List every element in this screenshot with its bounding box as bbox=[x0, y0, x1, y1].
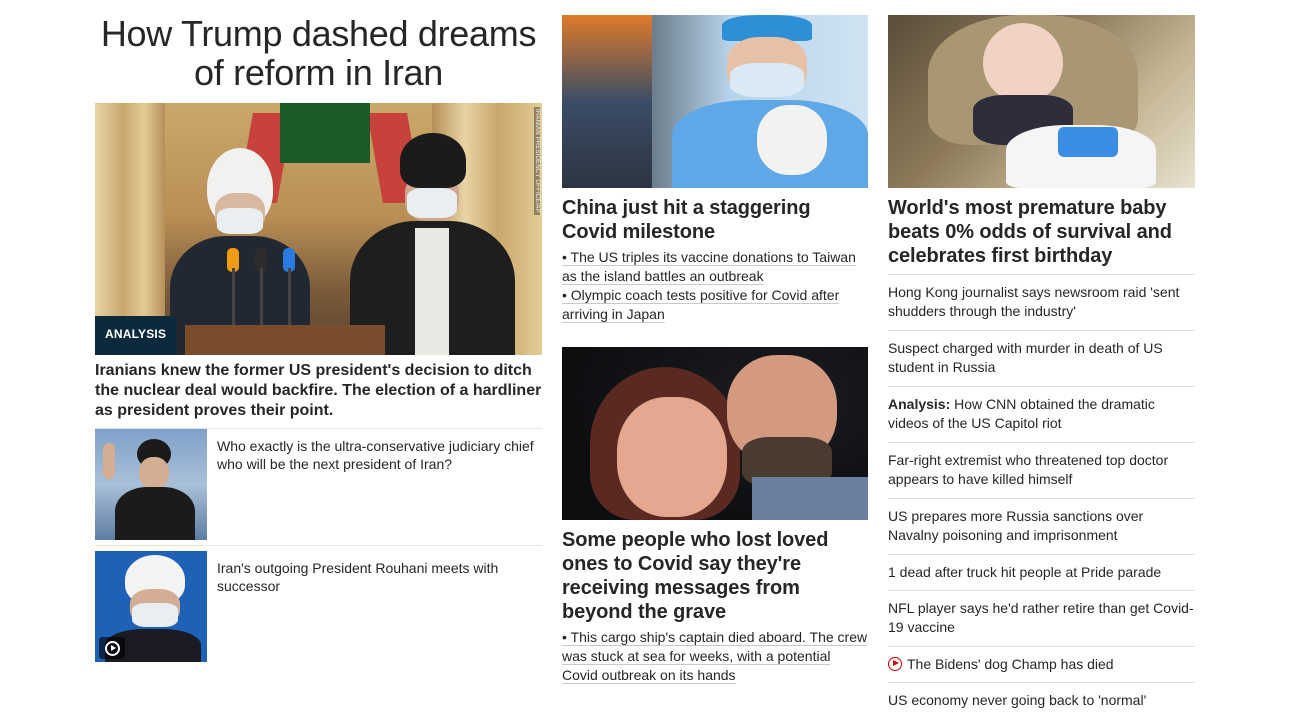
headline-item[interactable]: US economy never going back to 'normal' bbox=[888, 682, 1195, 718]
related-thumbnail[interactable] bbox=[95, 429, 207, 540]
gloved-hand bbox=[757, 105, 827, 175]
bullet-link[interactable]: • This cargo ship's captain died aboard.… bbox=[562, 629, 867, 683]
headline-item[interactable]: US prepares more Russia sanctions over N… bbox=[888, 498, 1195, 554]
headline-item[interactable]: Hong Kong journalist says newsroom raid … bbox=[888, 274, 1195, 330]
middle-column: China just hit a staggering Covid milest… bbox=[562, 0, 868, 685]
headline-item[interactable]: Far-right extremist who threatened top d… bbox=[888, 442, 1195, 498]
story-title[interactable]: World's most premature baby beats 0% odd… bbox=[888, 196, 1195, 268]
couple-photo[interactable] bbox=[562, 347, 868, 520]
left-column: How Trump dashed dreams of reform in Ira… bbox=[95, 0, 542, 662]
lead-headline[interactable]: How Trump dashed dreams of reform in Ira… bbox=[95, 14, 542, 92]
hero-summary-link[interactable]: Iranians knew the former US president's … bbox=[95, 361, 542, 421]
bullet-link[interactable]: • The US triples its vaccine donations t… bbox=[562, 249, 856, 284]
headline-list: Hong Kong journalist says newsroom raid … bbox=[888, 274, 1195, 718]
play-icon bbox=[104, 640, 120, 656]
baby-birthday-image[interactable] bbox=[888, 15, 1195, 188]
headline-item[interactable]: NFL player says he'd rather retire than … bbox=[888, 590, 1195, 646]
headline-item[interactable]: Analysis: How CNN obtained the dramatic … bbox=[888, 386, 1195, 442]
story-title[interactable]: Some people who lost loved ones to Covid… bbox=[562, 528, 868, 624]
bullet-link[interactable]: • Olympic coach tests positive for Covid… bbox=[562, 287, 839, 322]
microphone-stand bbox=[232, 268, 235, 328]
related-video-thumbnail[interactable] bbox=[95, 551, 207, 662]
hero-image[interactable]: IRANIAN PRESIDENCY OFFICE/AP ANALYSIS bbox=[95, 103, 542, 355]
related-link[interactable]: Who exactly is the ultra-conservative ju… bbox=[207, 429, 542, 540]
right-column: World's most premature baby beats 0% odd… bbox=[888, 0, 1195, 718]
story-block: Some people who lost loved ones to Covid… bbox=[562, 347, 868, 685]
covid-vaccine-image[interactable] bbox=[562, 15, 868, 188]
headline-item[interactable]: 1 dead after truck hit people at Pride p… bbox=[888, 554, 1195, 590]
story-bullets: • The US triples its vaccine donations t… bbox=[562, 248, 868, 324]
microphone-stand bbox=[288, 268, 291, 328]
related-link[interactable]: Iran's outgoing President Rouhani meets … bbox=[207, 551, 542, 662]
headline-item[interactable]: The Bidens' dog Champ has died bbox=[888, 646, 1195, 682]
analysis-label: Analysis: bbox=[888, 396, 951, 412]
story-title[interactable]: China just hit a staggering Covid milest… bbox=[562, 196, 868, 244]
face-mask bbox=[730, 63, 804, 97]
analysis-badge: ANALYSIS bbox=[95, 316, 177, 355]
podium bbox=[185, 325, 385, 355]
headline-item[interactable]: Suspect charged with murder in death of … bbox=[888, 330, 1195, 386]
microphone-stand bbox=[260, 268, 263, 328]
related-story[interactable]: Iran's outgoing President Rouhani meets … bbox=[95, 545, 542, 662]
raised-hand bbox=[103, 443, 115, 479]
related-story[interactable]: Who exactly is the ultra-conservative ju… bbox=[95, 428, 542, 540]
story-bullets: • This cargo ship's captain died aboard.… bbox=[562, 628, 868, 685]
play-button[interactable] bbox=[99, 637, 125, 659]
figure-raisi bbox=[345, 133, 520, 355]
photo-credit: IRANIAN PRESIDENCY OFFICE/AP bbox=[534, 107, 540, 215]
video-icon bbox=[888, 657, 902, 671]
